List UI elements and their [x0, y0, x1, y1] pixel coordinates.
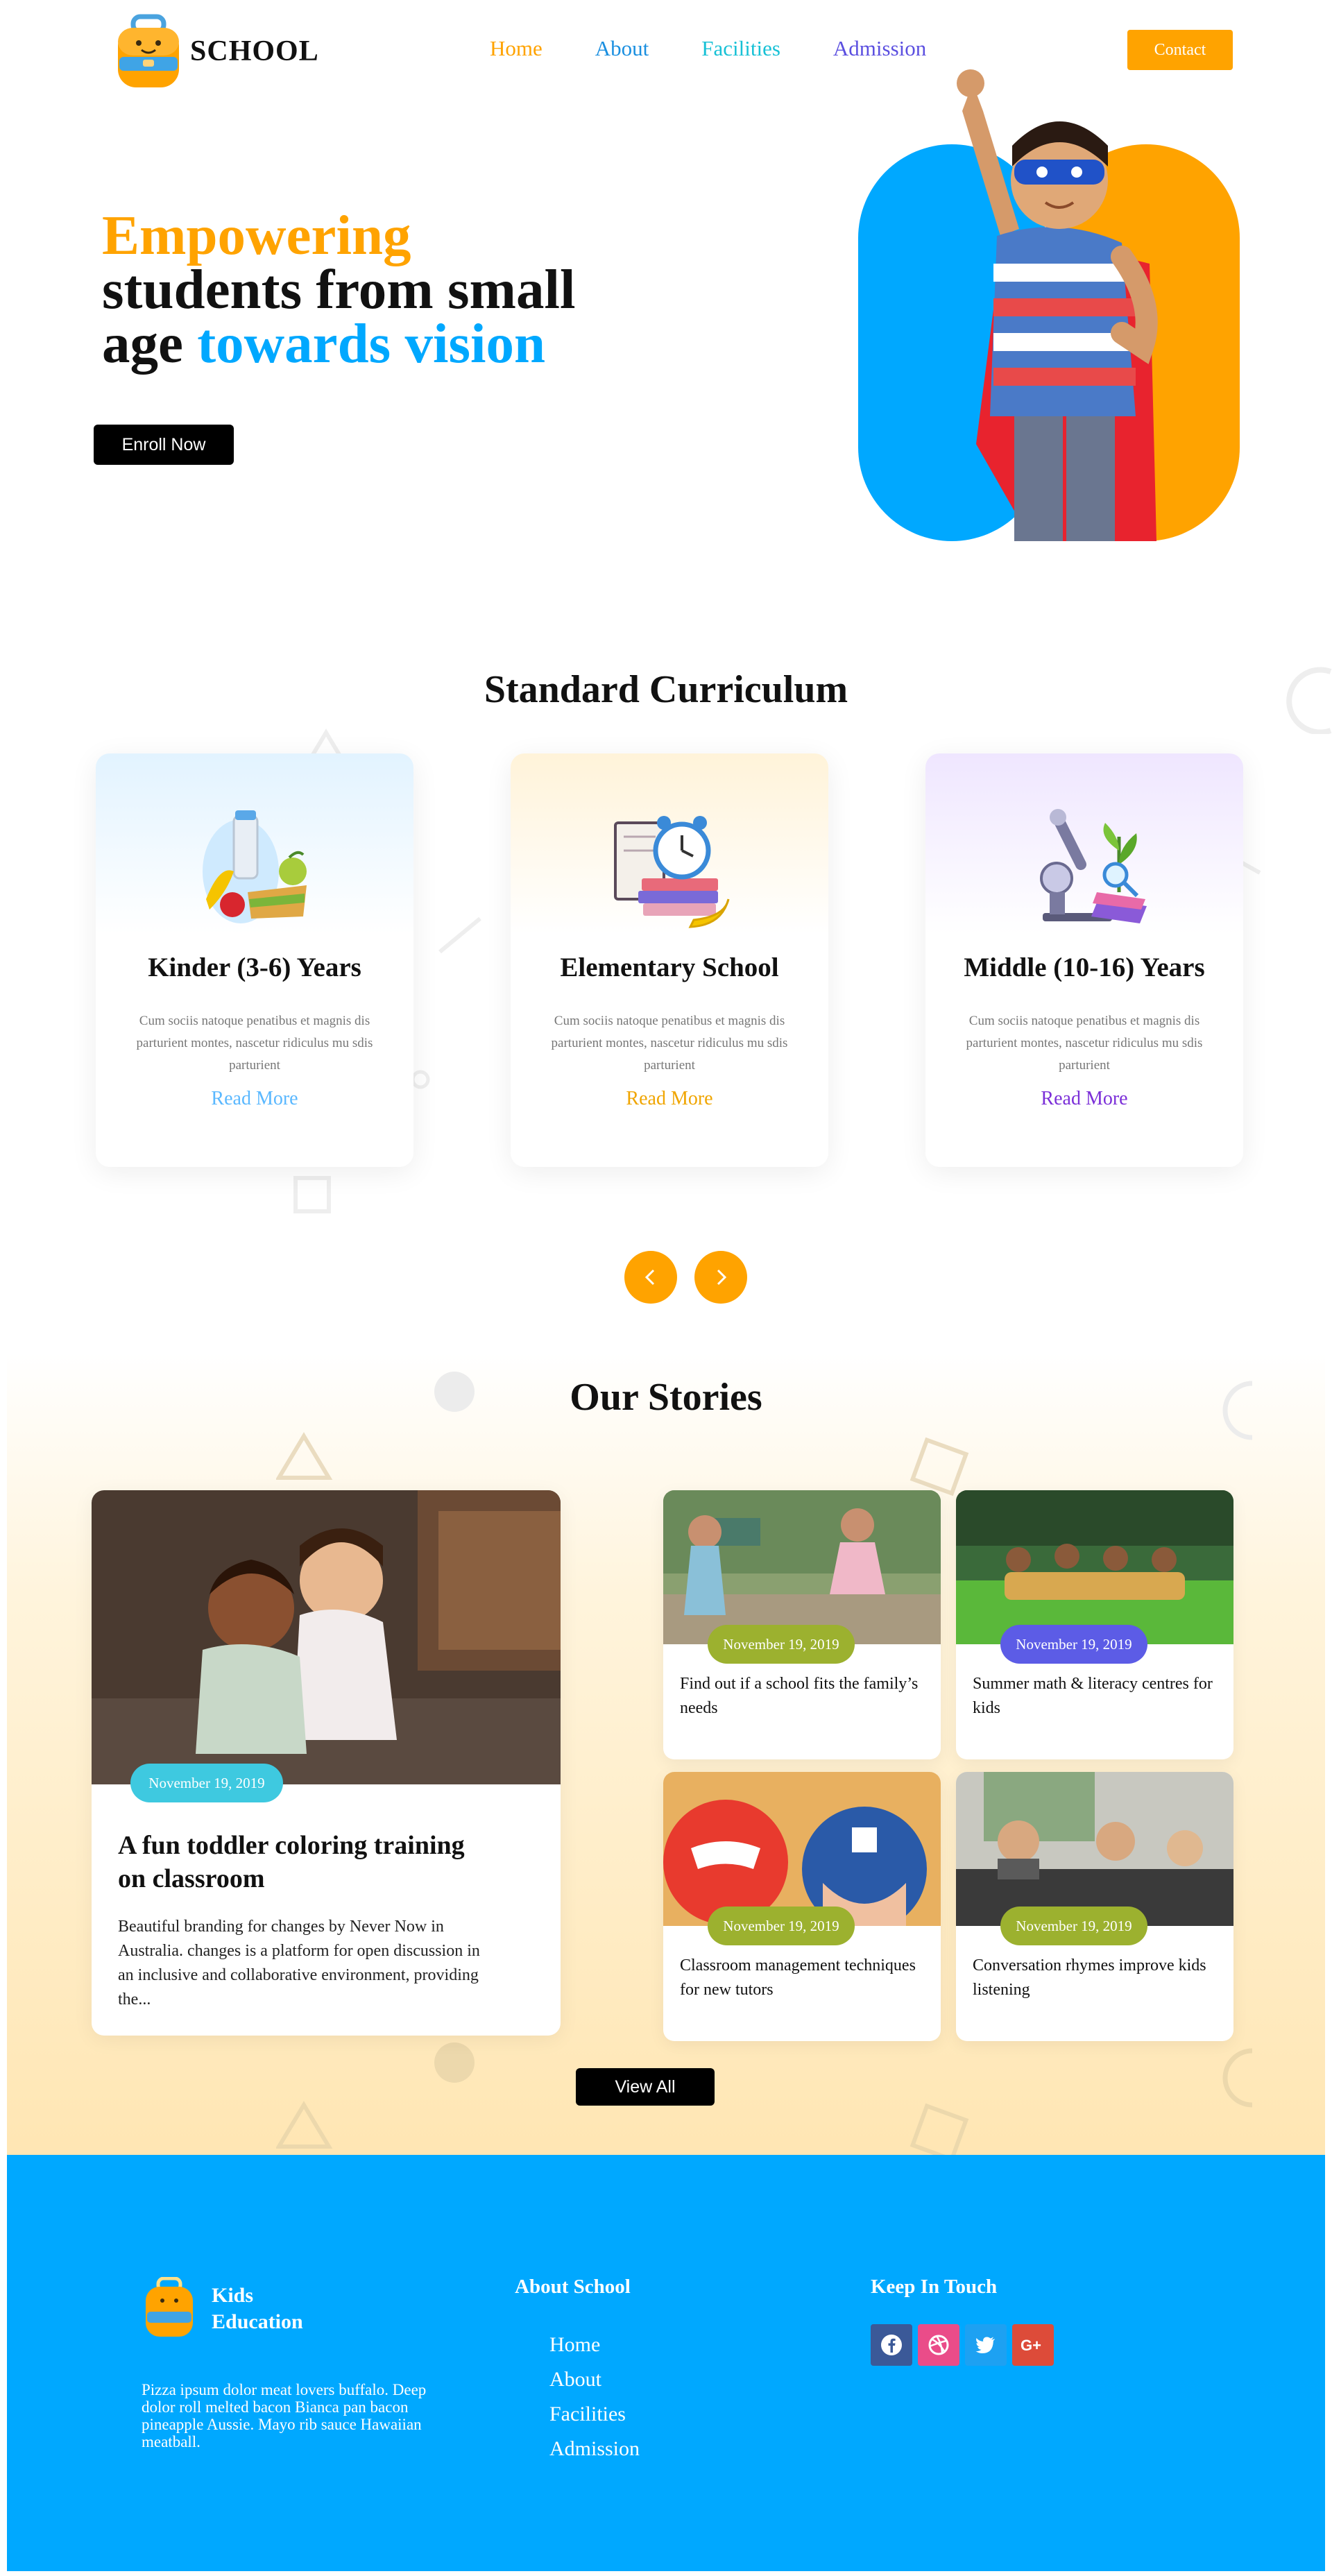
curriculum-card-kinder: Kinder (3-6) Years Cum sociis natoque pe…	[96, 753, 413, 1167]
story-card[interactable]: November 19, 2019 Summer math & literacy…	[956, 1490, 1233, 1759]
story-card[interactable]: November 19, 2019 Conversation rhymes im…	[956, 1772, 1233, 2041]
carousel-prev-button[interactable]	[624, 1251, 677, 1304]
dribbble-link[interactable]	[918, 2324, 959, 2366]
backpack-icon	[146, 2277, 193, 2337]
decorative-triangle	[276, 2101, 333, 2149]
featured-story-title[interactable]: A fun toddler coloring training on class…	[118, 1829, 493, 1895]
site-footer	[7, 2155, 1325, 2571]
footer-about-text: Pizza ipsum dolor meat lovers buffalo. D…	[142, 2381, 427, 2450]
decorative-square	[910, 1437, 969, 1496]
read-more-link[interactable]: Read More	[511, 1088, 828, 1110]
story-photo-kids-grass	[956, 1490, 1233, 1644]
story-card[interactable]: November 19, 2019 Classroom management t…	[663, 1772, 941, 2041]
card-description: Cum sociis natoque penatibus et magnis d…	[551, 1014, 788, 1073]
card-description: Cum sociis natoque penatibus et magnis d…	[136, 1014, 373, 1073]
microscope-plant-icon	[1040, 809, 1147, 923]
footer-brand-line2: Education	[212, 2310, 303, 2333]
decorative-square	[293, 1176, 331, 1213]
hero-headline-accent: towards vision	[197, 312, 546, 375]
enroll-now-button[interactable]: Enroll Now	[94, 425, 234, 465]
story-date-badge: November 19, 2019	[708, 1625, 855, 1664]
svg-text:G+: G+	[1021, 2337, 1041, 2354]
twitter-icon	[975, 2337, 995, 2353]
card-title: Kinder (3-6) Years	[148, 953, 361, 982]
decorative-line	[438, 916, 481, 954]
footer-links: Home About Facilities Admission	[549, 2328, 640, 2466]
stories-title: Our Stories	[570, 1376, 762, 1419]
carousel-next-button[interactable]	[694, 1251, 747, 1304]
chevron-right-icon	[717, 1269, 727, 1286]
footer-link-admission[interactable]: Admission	[549, 2432, 640, 2466]
view-all-button[interactable]: View All	[576, 2068, 715, 2106]
facebook-icon	[881, 2335, 902, 2355]
story-title[interactable]: Classroom management techniques for new …	[680, 1954, 923, 2002]
story-date-badge: November 19, 2019	[1000, 1625, 1147, 1664]
story-card[interactable]: November 19, 2019 Find out if a school f…	[663, 1490, 941, 1759]
footer-brand-line1: Kids	[212, 2284, 254, 2307]
backpack-icon	[118, 14, 179, 87]
story-date-badge: November 19, 2019	[130, 1764, 283, 1802]
story-photo-two-kids	[92, 1490, 561, 1784]
books-clock-icon	[614, 816, 730, 928]
brand-name: SCHOOL	[190, 35, 319, 67]
footer-about-heading: About School	[515, 2276, 631, 2298]
footer-touch-heading: Keep In Touch	[871, 2276, 998, 2298]
google-plus-link[interactable]: G+	[1012, 2324, 1054, 2366]
card-description: Cum sociis natoque penatibus et magnis d…	[966, 1014, 1203, 1073]
story-date-badge: November 19, 2019	[708, 1907, 855, 1945]
hero-superhero-kid-image	[858, 69, 1240, 541]
google-plus-icon: G+	[1021, 2337, 1041, 2354]
story-title[interactable]: Conversation rhymes improve kids listeni…	[973, 1954, 1215, 2002]
read-more-link[interactable]: Read More	[96, 1088, 413, 1110]
nav-about[interactable]: About	[595, 36, 649, 61]
story-title[interactable]: Find out if a school fits the family’s n…	[680, 1672, 923, 1721]
decorative-circle-outline	[1222, 2048, 1253, 2108]
story-title[interactable]: Summer math & literacy centres for kids	[973, 1672, 1215, 1721]
curriculum-card-elementary: Elementary School Cum sociis natoque pen…	[511, 753, 828, 1167]
nav-facilities[interactable]: Facilities	[701, 36, 780, 61]
hero-headline: Empowering students from small age towar…	[102, 207, 629, 372]
hero-headline-highlight: Empowering	[102, 204, 411, 266]
brand-logo[interactable]: SCHOOL	[111, 14, 319, 89]
facebook-link[interactable]	[871, 2324, 912, 2366]
nav-home[interactable]: Home	[490, 36, 543, 61]
curriculum-card-middle: Middle (10-16) Years Cum sociis natoque …	[925, 753, 1243, 1167]
story-date-badge: November 19, 2019	[1000, 1907, 1147, 1945]
decorative-triangle	[276, 1432, 333, 1480]
lunchbox-icon	[203, 810, 307, 923]
footer-link-facilities[interactable]: Facilities	[549, 2397, 640, 2432]
footer-brand: Kids Education	[212, 2283, 303, 2335]
dribbble-icon	[928, 2335, 949, 2355]
curriculum-title: Standard Curriculum	[484, 668, 848, 711]
featured-story-excerpt: Beautiful branding for changes by Never …	[118, 1918, 480, 2008]
decorative-circle-outline	[1286, 667, 1332, 734]
card-title: Elementary School	[560, 953, 779, 982]
decorative-square	[910, 2103, 969, 2158]
story-photo-kids-masks	[663, 1772, 941, 1926]
story-photo-kids-table	[956, 1772, 1233, 1926]
card-title: Middle (10-16) Years	[964, 953, 1205, 982]
footer-link-about[interactable]: About	[549, 2362, 640, 2397]
read-more-link[interactable]: Read More	[925, 1088, 1243, 1110]
footer-link-home[interactable]: Home	[549, 2328, 640, 2362]
twitter-link[interactable]	[965, 2324, 1007, 2366]
decorative-dot	[434, 2042, 475, 2083]
chevron-left-icon	[644, 1269, 655, 1286]
story-photo-kids-garden	[663, 1490, 941, 1644]
featured-story-card[interactable]: November 19, 2019 A fun toddler coloring…	[92, 1490, 561, 2036]
